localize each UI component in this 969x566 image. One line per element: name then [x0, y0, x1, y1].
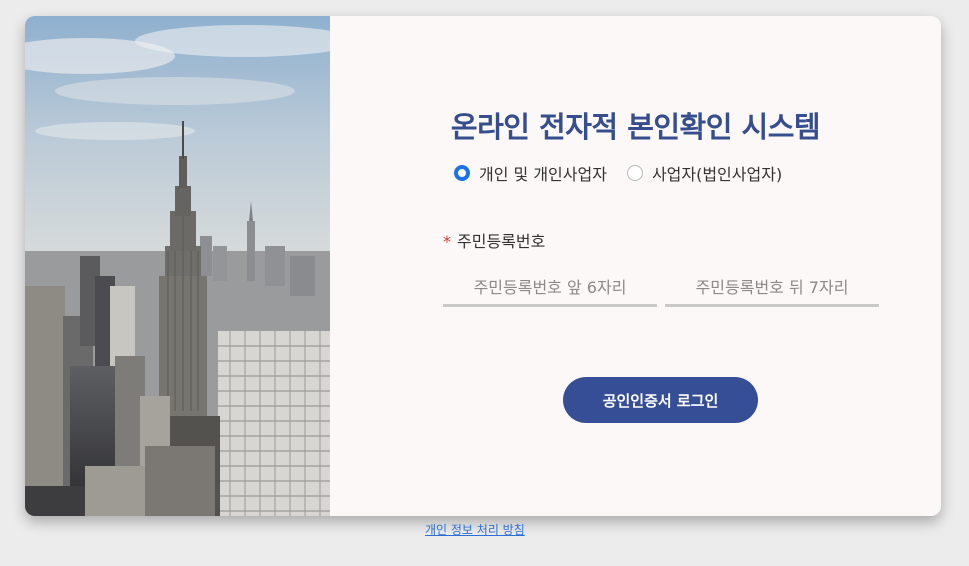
certificate-login-button[interactable]: 공인인증서 로그인	[563, 377, 758, 423]
radio-business-label: 사업자(법인사업자)	[651, 165, 783, 184]
login-form: 온라인 전자적 본인확인 시스템 개인 및 개인사업자 사업자(법인사업자) *…	[330, 16, 941, 516]
user-type-radio-group: 개인 및 개인사업자 사업자(법인사업자)	[454, 162, 802, 184]
radio-unchecked-icon[interactable]	[626, 165, 643, 181]
radio-checked-icon[interactable]	[454, 165, 470, 181]
login-card: 온라인 전자적 본인확인 시스템 개인 및 개인사업자 사업자(법인사업자) *…	[25, 16, 941, 516]
required-mark: *	[443, 232, 451, 251]
city-skyline-photo	[25, 16, 330, 516]
radio-business[interactable]: 사업자(법인사업자)	[626, 161, 783, 185]
rrn-back-input[interactable]	[665, 270, 879, 307]
rrn-field-label: * 주민등록번호	[443, 228, 545, 252]
radio-individual-label: 개인 및 개인사업자	[479, 165, 607, 184]
rrn-front-input[interactable]	[443, 270, 657, 307]
page-title: 온라인 전자적 본인확인 시스템	[450, 110, 821, 144]
radio-individual[interactable]: 개인 및 개인사업자	[454, 161, 607, 185]
privacy-policy-link[interactable]: 개인 정보 처리 방침	[425, 521, 525, 538]
rrn-label-text: 주민등록번호	[457, 232, 546, 251]
